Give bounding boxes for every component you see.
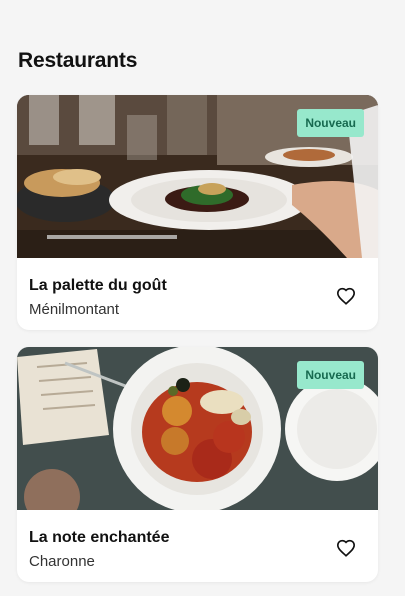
restaurant-card[interactable]: Nouveau La palette du goût Ménilmontant	[17, 95, 378, 330]
restaurant-photo: Nouveau	[17, 95, 378, 258]
new-badge: Nouveau	[297, 361, 364, 389]
restaurant-name: La note enchantée	[29, 529, 170, 546]
restaurant-info: La palette du goût Ménilmontant	[17, 258, 378, 330]
restaurant-name: La palette du goût	[29, 277, 167, 294]
page-title: Restaurants	[18, 49, 138, 72]
restaurant-area: Ménilmontant	[29, 301, 120, 318]
favorite-button[interactable]	[336, 287, 356, 305]
restaurant-area: Charonne	[29, 553, 95, 570]
restaurant-card[interactable]: Nouveau La note enchantée Charonne	[17, 347, 378, 582]
restaurant-photo: Nouveau	[17, 347, 378, 510]
favorite-button[interactable]	[336, 539, 356, 557]
restaurant-info: La note enchantée Charonne	[17, 510, 378, 582]
heart-outline-icon	[336, 287, 356, 305]
heart-outline-icon	[336, 539, 356, 557]
new-badge: Nouveau	[297, 109, 364, 137]
